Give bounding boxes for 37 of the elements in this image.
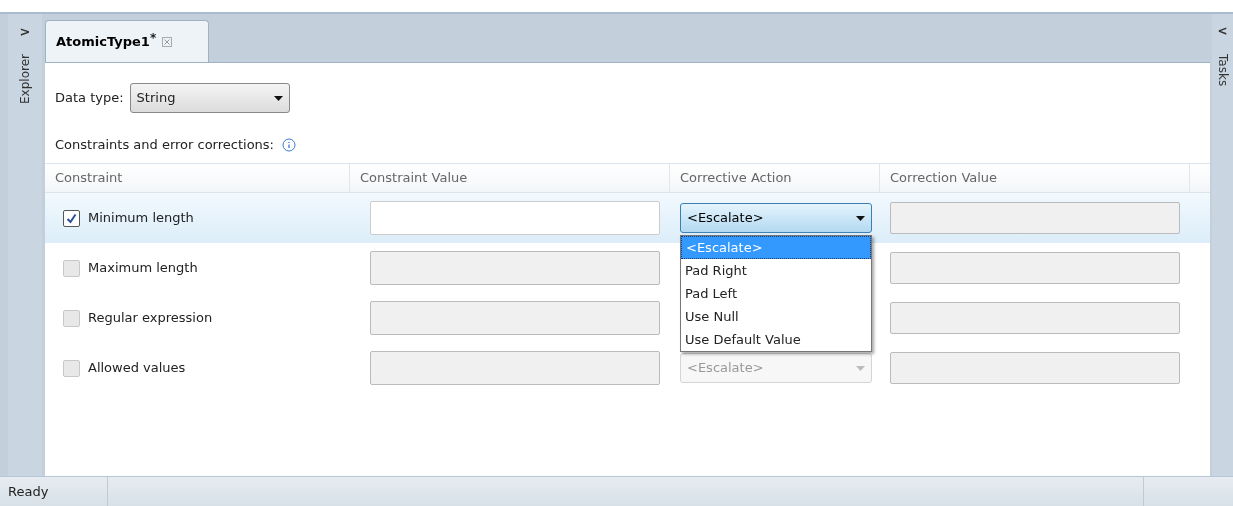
close-icon[interactable] — [162, 36, 173, 47]
info-icon[interactable] — [282, 138, 296, 152]
explorer-pane-label[interactable]: Explorer — [16, 53, 34, 104]
document-tab[interactable]: AtomicType1* — [45, 20, 209, 62]
menu-option[interactable]: Use Null — [681, 305, 871, 328]
constraint-label: Maximum length — [88, 259, 198, 278]
status-text: Ready — [8, 482, 49, 501]
constraint-label: Regular expression — [88, 309, 213, 328]
section-label: Constraints and error corrections: — [55, 136, 274, 155]
menu-option[interactable]: Use Default Value — [681, 328, 871, 351]
caret-icon — [856, 365, 865, 371]
collapse-toggle[interactable]: < — [1217, 22, 1228, 40]
correction-field[interactable] — [890, 252, 1180, 284]
column-header[interactable]: Constraint Value — [350, 164, 670, 192]
value-field[interactable] — [370, 251, 660, 285]
correction-field[interactable] — [890, 302, 1180, 334]
tasks-pane-label[interactable]: Tasks — [1213, 54, 1232, 87]
constraint-label: Allowed values — [88, 359, 186, 378]
caret-icon — [273, 95, 283, 101]
menu-option[interactable]: Pad Left — [681, 282, 871, 305]
action-dropdown[interactable]: <Escalate> — [680, 203, 872, 233]
data-type-dropdown[interactable]: String — [129, 83, 290, 113]
correction-field[interactable] — [890, 352, 1180, 384]
menu-option[interactable]: Pad Right — [681, 259, 871, 282]
expand-toggle[interactable]: > — [19, 22, 31, 42]
column-header[interactable]: Corrective Action — [670, 164, 880, 192]
constraint-label: Minimum length — [88, 209, 194, 228]
value-field[interactable] — [370, 351, 660, 385]
correction-field[interactable] — [890, 202, 1180, 234]
value-field[interactable] — [370, 301, 660, 335]
caret-icon — [856, 215, 865, 221]
data-type-label: Data type: — [55, 89, 124, 108]
column-header[interactable]: Constraint — [45, 164, 350, 192]
value-field[interactable] — [370, 201, 660, 235]
checkbox[interactable] — [63, 209, 80, 227]
column-header[interactable]: Correction Value — [880, 164, 1190, 192]
modified-mark: * — [149, 29, 157, 45]
